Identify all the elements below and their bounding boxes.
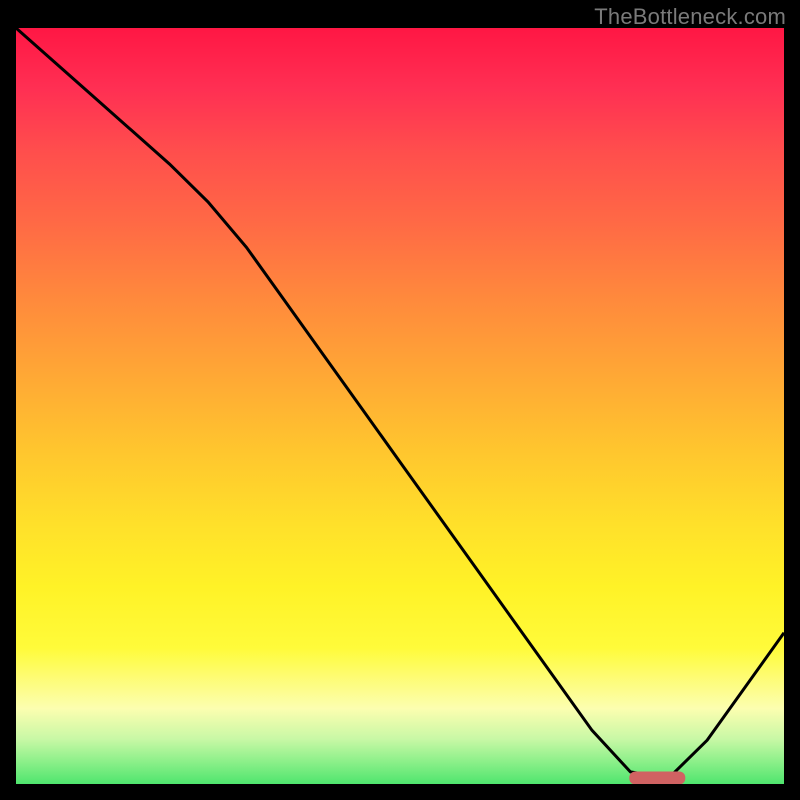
bottleneck-curve [16, 28, 784, 778]
watermark-label: TheBottleneck.com [594, 4, 786, 30]
chart-svg [16, 28, 784, 784]
plot-background [16, 28, 784, 784]
marker-bar [629, 771, 685, 784]
chart-frame: TheBottleneck.com [0, 0, 800, 800]
